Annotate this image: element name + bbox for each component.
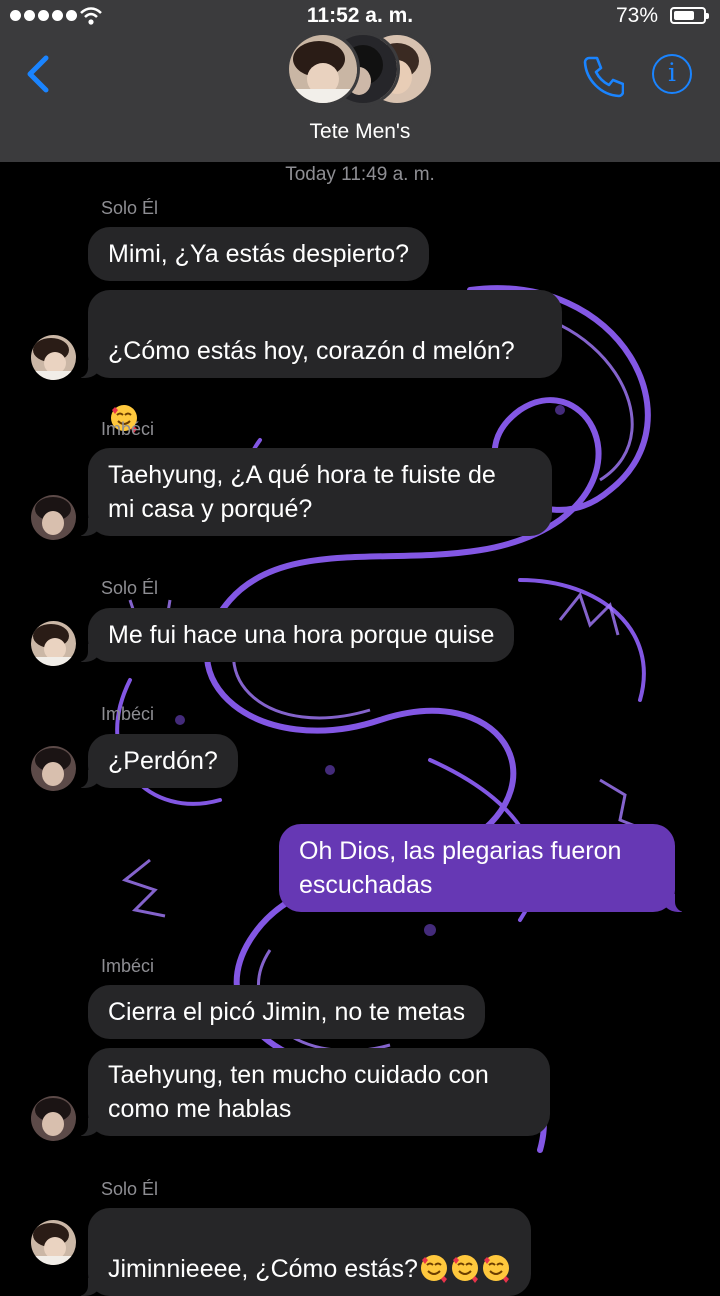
sender-name: Imbéci	[101, 956, 155, 976]
sender-name: Solo Él	[101, 198, 159, 218]
avatar[interactable]	[31, 1220, 76, 1265]
avatar[interactable]	[31, 746, 76, 791]
battery-icon	[670, 7, 709, 24]
message-text: Jiminnieeee, ¿Cómo estás?	[108, 1255, 418, 1283]
phone-icon[interactable]	[580, 54, 624, 98]
battery-percentage: 73%	[615, 4, 658, 27]
smiling-face-with-hearts-icon	[420, 1255, 447, 1283]
group-avatars[interactable]	[286, 32, 434, 108]
message-bubble[interactable]: Taehyung, ten mucho cuidado con como me …	[78, 1048, 550, 1136]
message-thread[interactable]: Today 11:49 a. m. Solo Él Mimi, ¿Ya está…	[0, 0, 720, 1296]
sender-name: Imbéci	[101, 419, 155, 439]
status-bar: 11:52 a. m. 73%	[0, 0, 720, 34]
group-avatar-1	[286, 32, 360, 106]
avatar[interactable]	[31, 335, 76, 380]
message-text: ¿Cómo estás hoy, corazón d melón?	[108, 337, 515, 365]
message-bubble[interactable]: ¿Perdón?	[78, 734, 238, 788]
thread-timestamp: Today 11:49 a. m.	[285, 164, 435, 185]
chevron-left-icon[interactable]	[22, 52, 62, 96]
message-bubble[interactable]: Taehyung, ¿A qué hora te fuiste de mi ca…	[78, 448, 552, 536]
sender-name: Imbéci	[101, 704, 155, 724]
info-icon[interactable]: i	[652, 54, 692, 94]
smiling-face-with-hearts-icon	[451, 1255, 478, 1283]
avatar[interactable]	[31, 1096, 76, 1141]
sender-name: Solo Él	[101, 578, 159, 598]
sender-name: Solo Él	[101, 1179, 159, 1199]
status-time: 11:52 a. m.	[306, 4, 414, 27]
avatar[interactable]	[31, 621, 76, 666]
message-bubble[interactable]: Cierra el picó Jimin, no te metas	[88, 985, 486, 1039]
message-bubble[interactable]: Mimi, ¿Ya estás despierto?	[88, 227, 430, 281]
smiling-face-with-hearts-icon	[482, 1255, 509, 1283]
message-bubble[interactable]: Me fui hace una hora porque quise	[77, 608, 515, 662]
group-title[interactable]: Tete Men's	[0, 120, 720, 144]
message-bubble[interactable]: ¿Cómo estás hoy, corazón d melón?	[78, 290, 562, 433]
avatar[interactable]	[31, 495, 76, 540]
sent-message-bubble[interactable]: Oh Dios, las plegarias fueron escuchadas	[279, 824, 685, 912]
